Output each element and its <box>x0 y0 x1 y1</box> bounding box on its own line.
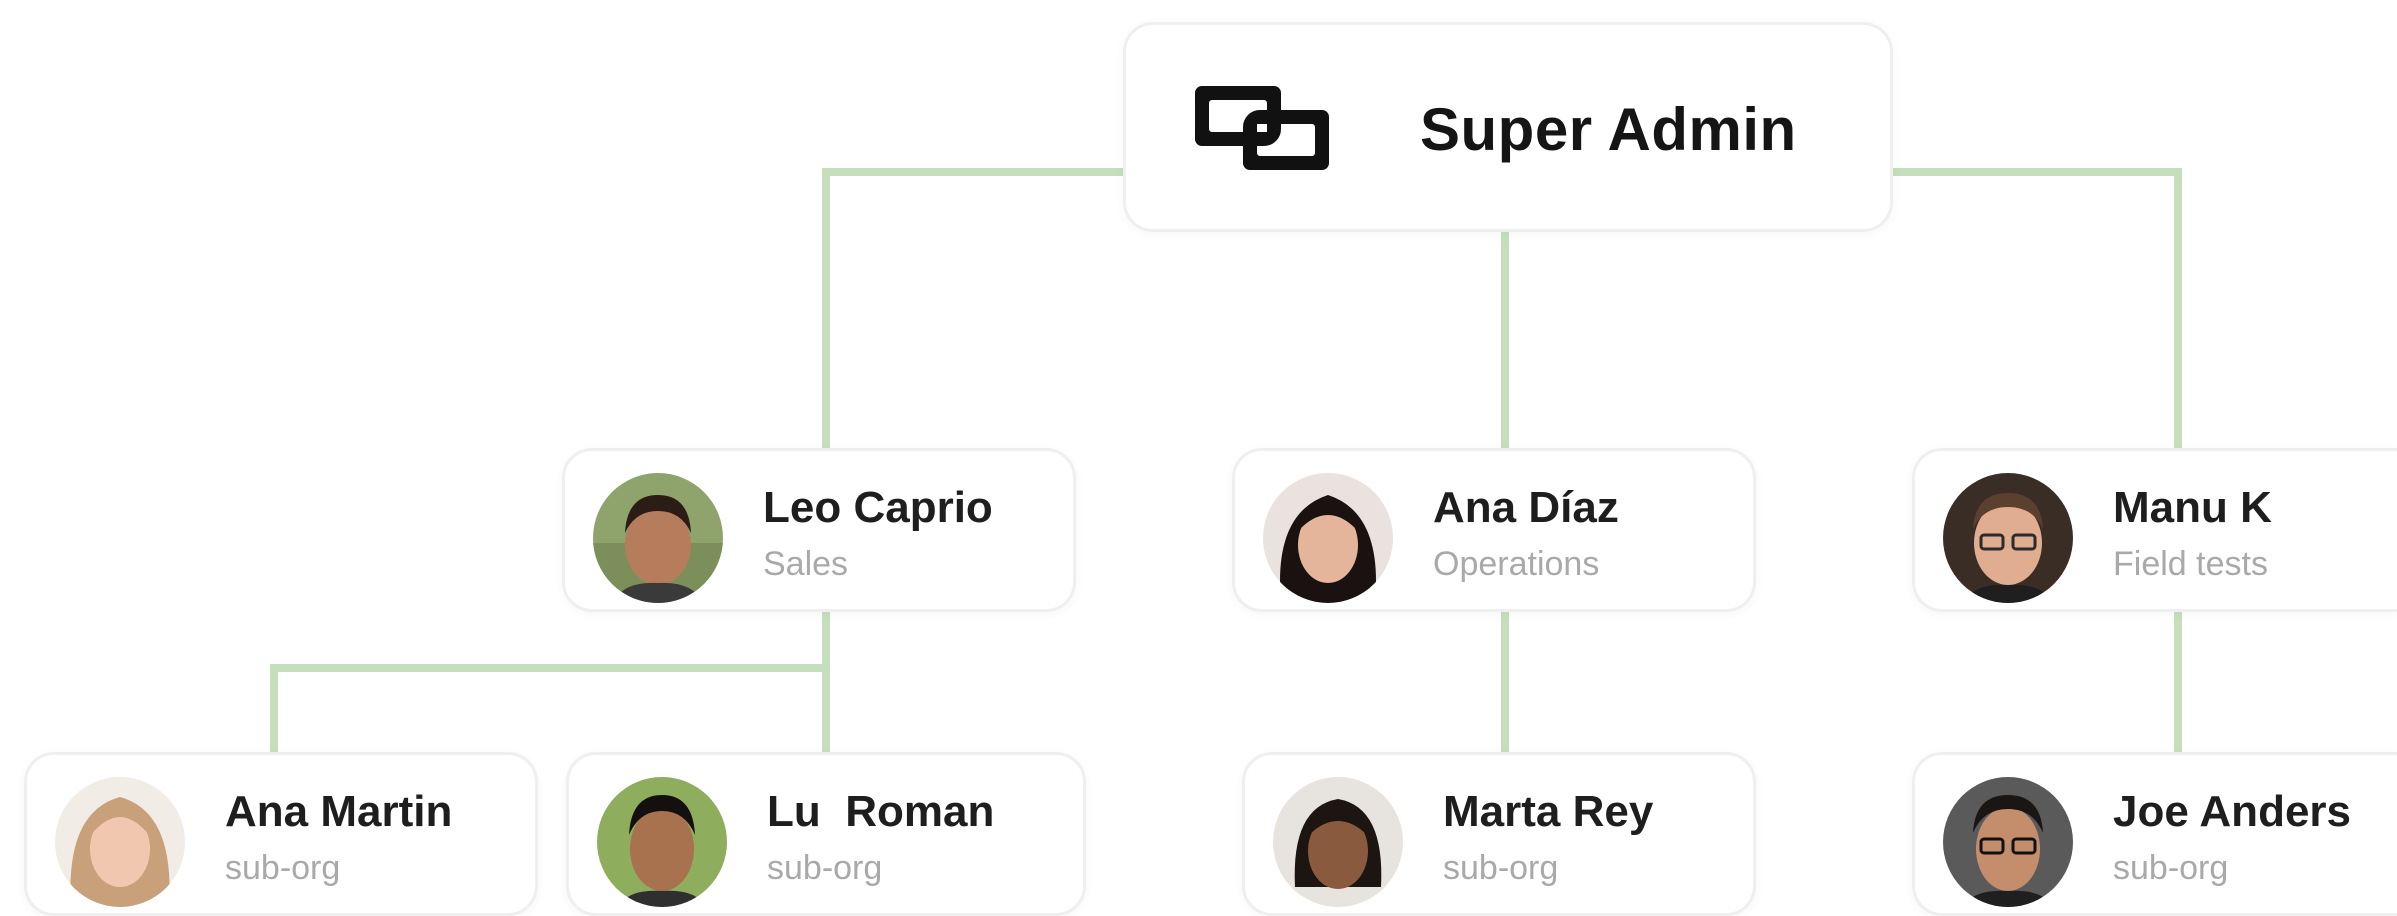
person-role: Sales <box>763 545 849 583</box>
person-name: Ana Díaz <box>1433 483 1619 532</box>
person-role: sub-org <box>1443 849 1559 887</box>
person-role: sub-org <box>2113 849 2229 887</box>
person-card-leo-caprio[interactable]: Leo Caprio Sales <box>562 448 1076 612</box>
avatar <box>1943 777 2073 907</box>
connector-root-manu <box>1893 168 2182 448</box>
person-card-manu-k[interactable]: Manu K Field tests <box>1912 448 2397 612</box>
person-card-ana-diaz[interactable]: Ana Díaz Operations <box>1232 448 1756 612</box>
person-card-marta-rey[interactable]: Marta Rey sub-org <box>1242 752 1756 916</box>
connector-root-leo <box>822 168 1123 448</box>
avatar <box>593 473 723 603</box>
person-name: Joe Anders <box>2113 787 2352 836</box>
avatar <box>1943 473 2073 603</box>
person-name: Lu Roman <box>767 787 995 836</box>
person-role: sub-org <box>767 849 883 887</box>
linked-squares-logo-icon <box>1195 86 1329 170</box>
person-card-joe-anders[interactable]: Joe Anders sub-org <box>1912 752 2397 916</box>
person-card-ana-martin[interactable]: Ana Martin sub-org <box>24 752 538 916</box>
person-name: Ana Martin <box>225 787 453 836</box>
avatar <box>1263 473 1393 603</box>
person-name: Manu K <box>2113 483 2272 532</box>
person-role: Operations <box>1433 545 1600 583</box>
person-name: Marta Rey <box>1443 787 1654 836</box>
person-name: Leo Caprio <box>763 483 993 532</box>
avatar <box>597 777 727 907</box>
person-role: sub-org <box>225 849 341 887</box>
super-admin-node[interactable]: Super Admin <box>1123 22 1893 232</box>
avatar <box>55 777 185 907</box>
connector-leo-ana-martin <box>270 664 826 752</box>
org-chart: Super Admin Leo Caprio Sales Ana Díaz Op… <box>0 0 2397 916</box>
avatar <box>1273 777 1403 907</box>
person-role: Field tests <box>2113 545 2268 583</box>
person-card-lu-roman[interactable]: Lu Roman sub-org <box>566 752 1086 916</box>
super-admin-title: Super Admin <box>1420 96 1797 163</box>
